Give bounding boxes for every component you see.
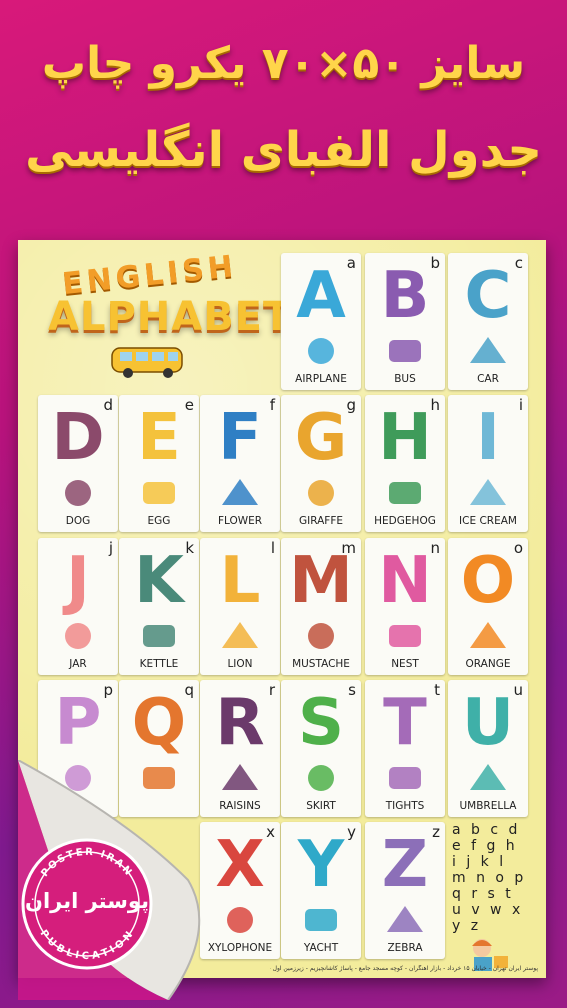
poster-iran-seal: POSTER IRAN PUBLICATION پوستر ایران [18, 835, 156, 973]
card-word: NEST [391, 658, 419, 670]
letter-card-b: b B BUS [365, 253, 445, 390]
small-letters-row: y z [452, 918, 482, 934]
illustration-icon [52, 475, 104, 509]
letter-card-l: l L LION [200, 538, 280, 675]
card-word: CAR [477, 373, 499, 385]
uppercase-letter: O [460, 544, 516, 618]
illustration-icon [379, 902, 431, 936]
illustration-icon [462, 475, 514, 509]
illustration-icon [214, 475, 266, 509]
letter-card-f: f F FLOWER [200, 395, 280, 532]
uppercase-letter: I [476, 401, 500, 475]
illustration-icon [462, 333, 514, 367]
letter-card-i: i I ICE CREAM [448, 395, 528, 532]
card-word: DOG [65, 515, 91, 527]
illustration-icon [133, 475, 185, 509]
small-letters-row: a b c d [452, 822, 521, 838]
small-letters-row: u v w x [452, 902, 524, 918]
card-word: TIGHTS [385, 800, 425, 812]
card-word: YACHT [303, 942, 339, 954]
card-word: LION [227, 658, 253, 670]
letter-card-t: t T TIGHTS [365, 680, 445, 817]
illustration-icon [214, 618, 266, 652]
small-letters-row: m n o p [452, 870, 527, 886]
illustration-icon [295, 902, 347, 936]
uppercase-letter: S [297, 686, 345, 760]
illustration-icon [462, 618, 514, 652]
bus-icon [111, 347, 183, 378]
illustration-icon [52, 618, 104, 652]
illustration-icon [295, 475, 347, 509]
small-letters-row: q r s t [452, 886, 514, 902]
card-word: BUS [394, 373, 416, 385]
letter-card-g: g G GIRAFFE [281, 395, 361, 532]
uppercase-letter: J [66, 544, 90, 618]
illustration-icon [462, 760, 514, 794]
poster-footer-address: پوستر ایران تهران - خیابان ۱۵ خرداد - با… [270, 965, 538, 972]
english-alphabet-logo: ENGLISH ALPHABET [48, 249, 290, 388]
illustration-icon [295, 618, 347, 652]
uppercase-letter: H [378, 401, 432, 475]
uppercase-letter: G [294, 401, 348, 475]
uppercase-letter: T [383, 686, 427, 760]
uppercase-letter: D [51, 401, 105, 475]
card-word: ZEBRA [387, 942, 423, 954]
uppercase-letter: K [134, 544, 184, 618]
seal-center-text: پوستر ایران [25, 889, 149, 913]
letter-card-e: e E EGG [119, 395, 199, 532]
uppercase-letter: M [289, 544, 353, 618]
uppercase-letter: U [462, 686, 514, 760]
uppercase-letter: C [464, 259, 512, 333]
uppercase-letter: R [215, 686, 265, 760]
illustration-icon [295, 760, 347, 794]
letter-card-u: u U UMBRELLA [448, 680, 528, 817]
card-word: HEDGEHOG [374, 515, 436, 527]
uppercase-letter: P [54, 686, 102, 760]
letter-card-j: j J JAR [38, 538, 118, 675]
small-letters-row: i j k l [452, 854, 507, 870]
card-word: AIRPLANE [295, 373, 347, 385]
illustration-icon [133, 618, 185, 652]
illustration-icon [379, 475, 431, 509]
illustration-icon [379, 760, 431, 794]
uppercase-letter: N [378, 544, 432, 618]
illustration-icon [379, 618, 431, 652]
letter-card-c: c C CAR [448, 253, 528, 390]
uppercase-letter: Y [297, 828, 345, 902]
illustration-icon [379, 333, 431, 367]
letter-card-n: n N NEST [365, 538, 445, 675]
letter-card-h: h H HEDGEHOG [365, 395, 445, 532]
header-line-1: سایز ۵۰×۷۰ یکرو چاپ [41, 38, 526, 89]
uppercase-letter: Z [381, 828, 429, 902]
card-word: ICE CREAM [459, 515, 517, 527]
card-word: MUSTACHE [292, 658, 350, 670]
illustration-icon [295, 333, 347, 367]
letter-card-m: m M MUSTACHE [281, 538, 361, 675]
uppercase-letter: F [218, 401, 262, 475]
letter-card-k: k K KETTLE [119, 538, 199, 675]
uppercase-letter: Q [131, 686, 187, 760]
card-word: KETTLE [139, 658, 179, 670]
card-word: JAR [69, 658, 87, 670]
small-letters-panel: a b c d e f g h i j k l m n o p q r s t … [452, 822, 534, 971]
uppercase-letter: A [296, 259, 346, 333]
card-word: ORANGE [465, 658, 511, 670]
letter-card-d: d D DOG [38, 395, 118, 532]
card-word: FLOWER [217, 515, 263, 527]
small-letters-row: e f g h [452, 838, 518, 854]
card-word: SKIRT [306, 800, 336, 812]
letter-card-o: o O ORANGE [448, 538, 528, 675]
letter-card-s: s S SKIRT [281, 680, 361, 817]
letter-card-z: z Z ZEBRA [365, 822, 445, 959]
uppercase-letter: E [137, 401, 181, 475]
card-word: GIRAFFE [299, 515, 343, 527]
header-line-2: جدول الفبای انگلیسی [25, 122, 542, 178]
letter-card-a: a A AIRPLANE [281, 253, 361, 390]
uppercase-letter: B [380, 259, 430, 333]
letter-card-y: y Y YACHT [281, 822, 361, 959]
logo-word-alphabet: ALPHABET [48, 294, 292, 340]
card-word: UMBRELLA [459, 800, 517, 812]
card-word: EGG [147, 515, 171, 527]
uppercase-letter: L [219, 544, 261, 618]
